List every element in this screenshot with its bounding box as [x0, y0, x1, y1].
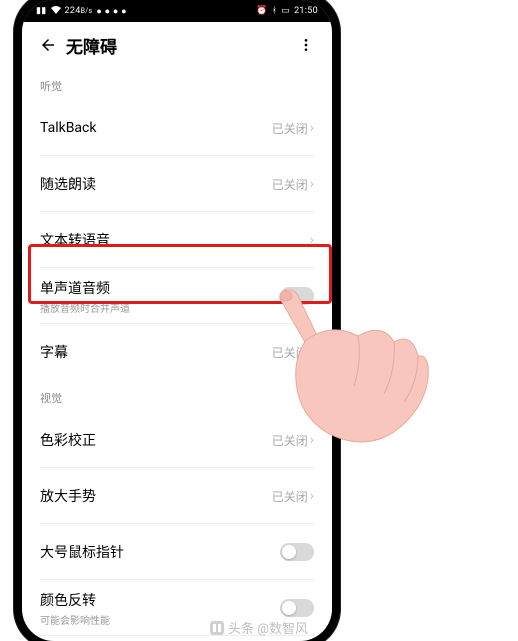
notification-dots-icon: ● ● ● ●	[96, 6, 127, 17]
row-sublabel: 播放音频时合并声道	[40, 300, 280, 315]
row-value: 已关闭	[272, 120, 308, 137]
chevron-right-icon: ›	[310, 121, 314, 135]
status-bar: ▮▮ 224B/s ● ● ● ● ⏰ ᚼ ▭ 21:50	[22, 0, 332, 22]
row-value: 已关闭	[272, 344, 308, 361]
bluetooth-icon: ᚼ	[272, 6, 278, 16]
row-mono-audio[interactable]: 单声道音频 播放音频时合并声道	[22, 268, 332, 324]
row-label: 字幕	[40, 342, 272, 362]
row-label: 色彩校正	[40, 430, 272, 450]
net-speed: 224B/s	[65, 6, 93, 16]
wifi-icon	[51, 6, 61, 17]
row-tts[interactable]: 文本转语音 ›	[22, 212, 332, 268]
row-label: 随选朗读	[40, 174, 272, 194]
toggle-color-invert[interactable]	[280, 599, 314, 617]
row-large-pointer[interactable]: 大号鼠标指针	[22, 524, 332, 580]
row-label: 文本转语音	[40, 230, 310, 250]
row-color-correction[interactable]: 色彩校正 已关闭 ›	[22, 412, 332, 468]
section-label-vision: 视觉	[22, 380, 332, 412]
back-button[interactable]	[34, 31, 62, 59]
more-vertical-icon	[298, 37, 314, 53]
row-value: 已关闭	[272, 488, 308, 505]
page-title: 无障碍	[66, 33, 292, 58]
more-button[interactable]	[292, 31, 320, 59]
clock-text: 21:50	[294, 6, 318, 16]
row-talkback[interactable]: TalkBack 已关闭 ›	[22, 100, 332, 156]
status-bar-left: ▮▮ 224B/s ● ● ● ●	[36, 6, 127, 17]
watermark: 头条 @数智风	[0, 618, 518, 637]
arrow-left-icon	[39, 36, 57, 54]
row-select-to-speak[interactable]: 随选朗读 已关闭 ›	[22, 156, 332, 212]
alarm-icon: ⏰	[256, 6, 268, 16]
row-magnification[interactable]: 放大手势 已关闭 ›	[22, 468, 332, 524]
page-header: 无障碍	[22, 22, 332, 68]
settings-content: 听觉 TalkBack 已关闭 › 随选朗读 已关闭 › 文本转语音 › 单声道…	[22, 68, 332, 641]
row-label: 单声道音频	[40, 278, 280, 298]
chevron-right-icon: ›	[310, 233, 314, 247]
row-captions[interactable]: 字幕 已关闭 ›	[22, 324, 332, 380]
row-label: 大号鼠标指针	[40, 542, 280, 562]
row-label: 颜色反转	[40, 590, 280, 610]
battery-icon: ▭	[281, 6, 290, 16]
chevron-right-icon: ›	[310, 345, 314, 359]
row-value: 已关闭	[272, 176, 308, 193]
row-value: 已关闭	[272, 432, 308, 449]
row-label: 放大手势	[40, 486, 272, 506]
chevron-right-icon: ›	[310, 489, 314, 503]
status-bar-right: ⏰ ᚼ ▭ 21:50	[256, 6, 318, 16]
section-label-hearing: 听觉	[22, 68, 332, 100]
phone-frame: ▮▮ 224B/s ● ● ● ● ⏰ ᚼ ▭ 21:50 无障碍 听觉 Tal…	[22, 0, 332, 641]
watermark-text: 头条 @数智风	[228, 622, 308, 637]
toggle-large-pointer[interactable]	[280, 543, 314, 561]
watermark-logo-icon	[210, 621, 224, 635]
toggle-mono-audio[interactable]	[280, 287, 314, 305]
chevron-right-icon: ›	[310, 433, 314, 447]
signal-icon: ▮▮	[36, 6, 47, 16]
chevron-right-icon: ›	[310, 177, 314, 191]
row-label: TalkBack	[40, 120, 272, 136]
